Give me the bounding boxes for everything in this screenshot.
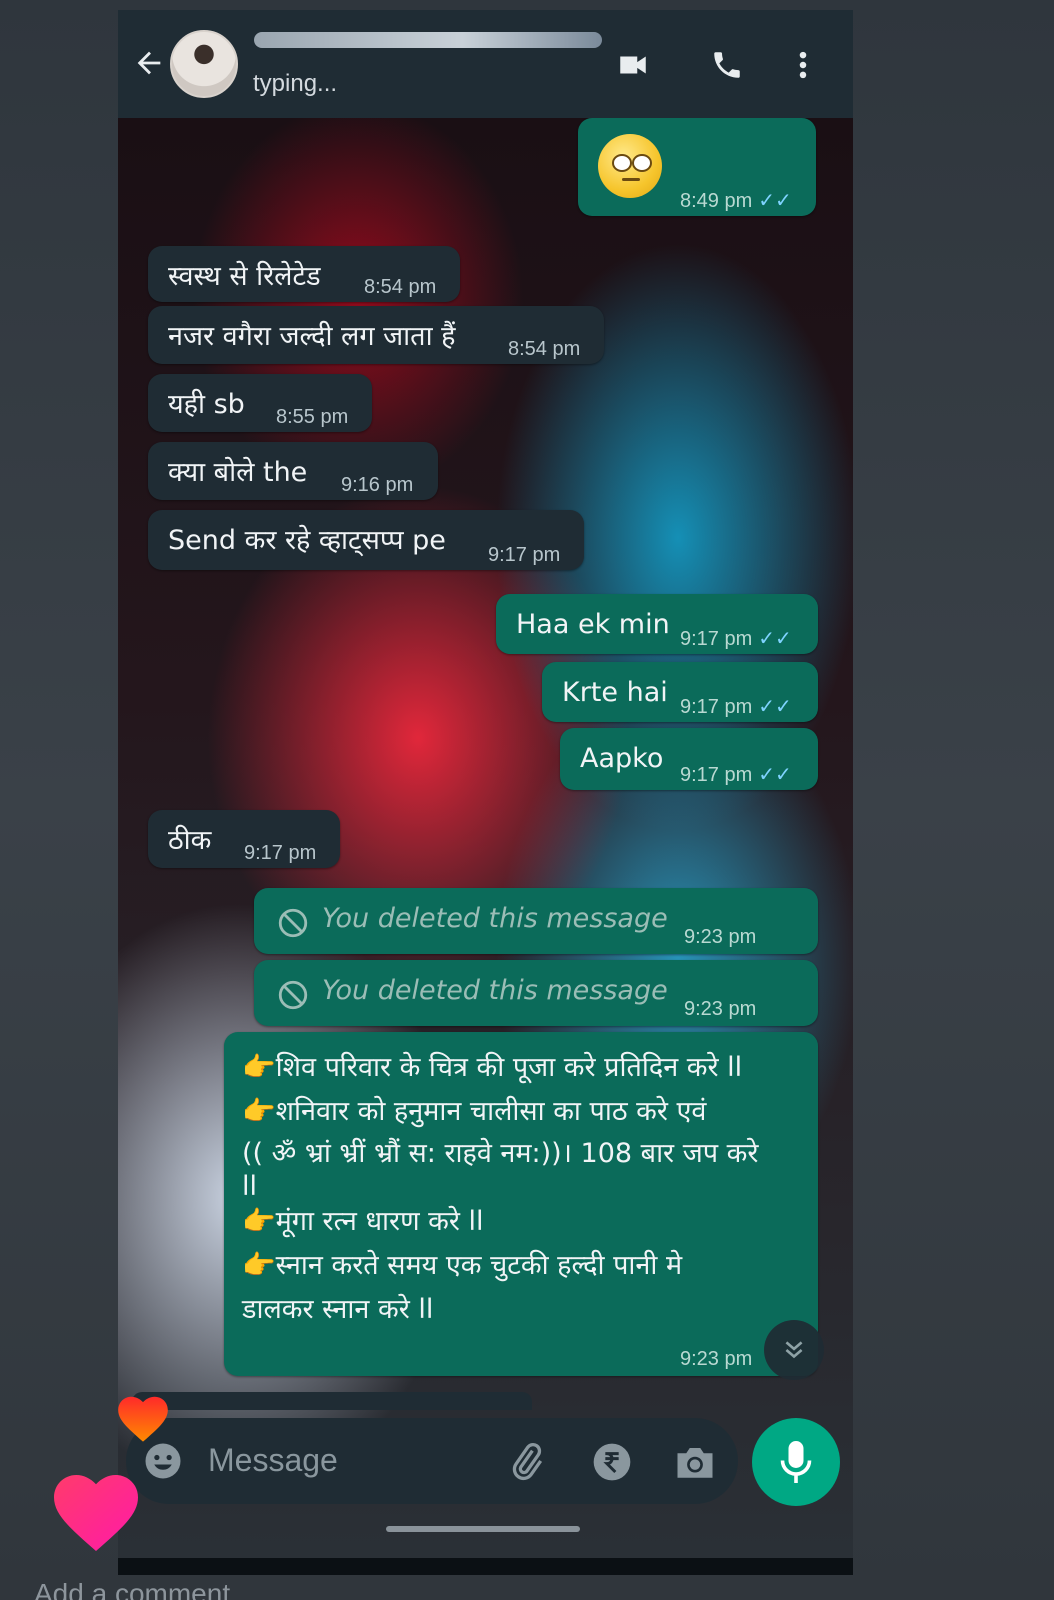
message-text: Aapko xyxy=(580,743,664,774)
contact-status: typing... xyxy=(253,70,338,97)
message-bubble-in[interactable]: ठीक 9:17 pm xyxy=(148,810,340,868)
chevron-double-down-icon xyxy=(785,1341,803,1359)
message-bubble-in[interactable]: नजर वगैरा जल्दी लग जाता हैं 8:54 pm xyxy=(148,306,604,364)
scroll-to-bottom-button[interactable] xyxy=(764,1320,824,1380)
message-bubble-out[interactable]: 👉शिव परिवार के चित्र की पूजा करे प्रतिदि… xyxy=(224,1032,818,1376)
home-indicator xyxy=(386,1526,580,1532)
message-time: 9:23 pm xyxy=(680,1348,753,1370)
rolling-eyes-emoji-icon xyxy=(598,134,662,198)
partial-message-bubble xyxy=(132,1392,532,1410)
emoji-icon[interactable] xyxy=(142,1440,184,1482)
message-text: क्या बोले the xyxy=(168,457,308,488)
video-call-icon[interactable] xyxy=(612,48,654,82)
message-time: 8:54 pm xyxy=(364,276,437,298)
message-bubble-in[interactable]: यही sb 8:55 pm xyxy=(148,374,372,432)
phone-screen: typing... 8:49 pm ✓✓ स्वस्थ से रिलेटेड 8:… xyxy=(118,10,853,1575)
contact-name[interactable] xyxy=(254,32,602,48)
message-text: Krte hai xyxy=(562,677,668,708)
attach-icon[interactable] xyxy=(504,1440,548,1484)
message-time: 9:23 pm xyxy=(684,998,757,1020)
avatar[interactable] xyxy=(170,30,238,98)
message-time: 9:17 pm xyxy=(488,544,561,566)
message-time: 9:17 pm xyxy=(244,842,317,864)
message-text: 👉शिव परिवार के चित्र की पूजा करे प्रतिदि… xyxy=(242,1052,759,1325)
message-bubble-out[interactable]: Krte hai 9:17 pm ✓✓ xyxy=(542,662,818,722)
message-time: 8:49 pm xyxy=(680,190,753,212)
message-time: 9:23 pm xyxy=(684,926,757,948)
add-comment-input[interactable]: Add a comment... xyxy=(34,1578,253,1600)
message-text: ठीक xyxy=(168,825,212,856)
read-ticks-icon: ✓✓ xyxy=(758,696,792,718)
message-bubble-out[interactable]: 8:49 pm ✓✓ xyxy=(578,118,816,216)
message-bubble-in[interactable]: क्या बोले the 9:16 pm xyxy=(148,442,438,500)
message-text: Send कर रहे व्हाट्सप्प pe xyxy=(168,525,446,556)
chat-header: typing... xyxy=(118,10,853,118)
message-composer[interactable]: Message xyxy=(126,1418,738,1504)
message-text: You deleted this message xyxy=(322,975,668,1006)
voice-record-button[interactable] xyxy=(752,1418,840,1506)
deleted-message-bubble[interactable]: You deleted this message 9:23 pm xyxy=(254,960,818,1026)
rupee-icon[interactable] xyxy=(592,1442,632,1482)
message-text: You deleted this message xyxy=(322,903,668,934)
message-time: 9:17 pm xyxy=(680,696,753,718)
message-text: Haa ek min xyxy=(516,609,670,640)
message-text: नजर वगैरा जल्दी लग जाता हैं xyxy=(168,321,456,352)
message-input[interactable]: Message xyxy=(208,1442,338,1479)
read-ticks-icon: ✓✓ xyxy=(758,628,792,650)
heart-icon xyxy=(118,1396,168,1442)
message-bubble-in[interactable]: स्वस्थ से रिलेटेड 8:54 pm xyxy=(148,246,460,302)
message-time: 8:54 pm xyxy=(508,338,581,360)
mic-icon xyxy=(780,1441,812,1483)
message-bubble-out[interactable]: Haa ek min 9:17 pm ✓✓ xyxy=(496,594,818,654)
message-time: 8:55 pm xyxy=(276,406,349,428)
message-time: 9:17 pm xyxy=(680,628,753,650)
back-arrow-icon[interactable] xyxy=(132,46,166,80)
read-ticks-icon: ✓✓ xyxy=(758,764,792,786)
heart-icon xyxy=(54,1475,138,1551)
read-ticks-icon: ✓✓ xyxy=(758,190,792,212)
deleted-icon xyxy=(278,908,308,938)
message-text: यही sb xyxy=(168,389,245,420)
camera-icon[interactable] xyxy=(674,1444,716,1480)
voice-call-icon[interactable] xyxy=(706,48,748,82)
message-time: 9:17 pm xyxy=(680,764,753,786)
deleted-icon xyxy=(278,980,308,1010)
more-vert-icon[interactable] xyxy=(788,48,818,82)
message-time: 9:16 pm xyxy=(341,474,414,496)
message-bubble-out[interactable]: Aapko 9:17 pm ✓✓ xyxy=(560,728,818,790)
message-bubble-in[interactable]: Send कर रहे व्हाट्सप्प pe 9:17 pm xyxy=(148,510,584,570)
deleted-message-bubble[interactable]: You deleted this message 9:23 pm xyxy=(254,888,818,954)
message-text: स्वस्थ से रिलेटेड xyxy=(168,261,321,292)
